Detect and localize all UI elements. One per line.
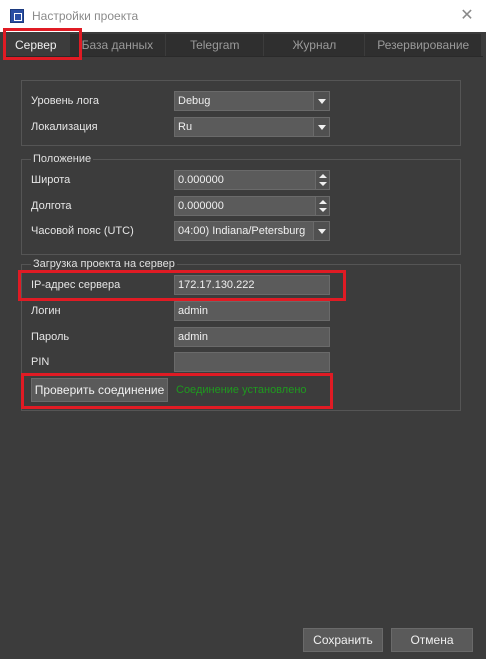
tab-backup[interactable]: Резервирование (365, 34, 483, 56)
timezone-label: Часовой пояс (UTC) (31, 225, 134, 237)
pin-label: PIN (31, 356, 50, 368)
cancel-button[interactable]: Отмена (391, 628, 473, 652)
app-icon (10, 9, 24, 23)
login-input[interactable]: admin (174, 301, 330, 321)
longitude-spinbox[interactable]: 0.000000 (174, 196, 330, 216)
latitude-label: Широта (31, 174, 71, 186)
upload-group-title: Загрузка проекта на сервер (31, 257, 177, 271)
longitude-value: 0.000000 (178, 200, 224, 212)
longitude-label: Долгота (31, 200, 72, 212)
title-bar: Настройки проекта ✕ (0, 0, 486, 32)
login-label: Логин (31, 305, 61, 317)
log-level-label: Уровень лога (31, 95, 99, 107)
locale-select[interactable]: Ru (174, 117, 330, 137)
password-label: Пароль (31, 331, 70, 343)
arrow-up-icon[interactable] (319, 200, 327, 204)
tab-journal[interactable]: Журнал (264, 34, 366, 56)
pin-input[interactable] (174, 352, 330, 372)
chevron-down-icon[interactable] (313, 222, 329, 240)
check-connection-button[interactable]: Проверить соединение (31, 378, 168, 402)
locale-value: Ru (178, 121, 193, 133)
spin-buttons[interactable] (315, 197, 329, 215)
arrow-down-icon[interactable] (319, 182, 327, 186)
tab-database[interactable]: База данных (69, 34, 167, 56)
locale-label: Локализация (31, 121, 98, 133)
tab-divider (3, 56, 483, 57)
close-icon[interactable]: ✕ (456, 5, 478, 27)
latitude-spinbox[interactable]: 0.000000 (174, 170, 330, 190)
chevron-down-icon[interactable] (313, 118, 329, 136)
chevron-down-icon[interactable] (313, 92, 329, 110)
window-title: Настройки проекта (32, 9, 139, 23)
arrow-up-icon[interactable] (319, 174, 327, 178)
log-level-select[interactable]: Debug (174, 91, 330, 111)
timezone-value: 04:00) Indiana/Petersburg (178, 225, 306, 237)
arrow-down-icon[interactable] (319, 208, 327, 212)
position-group-title: Положение (31, 152, 94, 166)
save-button[interactable]: Сохранить (303, 628, 383, 652)
dialog-body: Сервер База данных Telegram Журнал Резер… (0, 32, 486, 659)
tab-telegram[interactable]: Telegram (166, 34, 265, 56)
ip-label: IP-адрес сервера (31, 279, 121, 291)
ip-input[interactable]: 172.17.130.222 (174, 275, 330, 295)
latitude-value: 0.000000 (178, 174, 224, 186)
timezone-select[interactable]: 04:00) Indiana/Petersburg (174, 221, 330, 241)
connection-status: Соединение установлено (176, 384, 307, 396)
spin-buttons[interactable] (315, 171, 329, 189)
tab-bar: Сервер База данных Telegram Журнал Резер… (3, 34, 483, 56)
password-input[interactable]: admin (174, 327, 330, 347)
tab-server[interactable]: Сервер (3, 34, 70, 56)
log-level-value: Debug (178, 95, 211, 107)
